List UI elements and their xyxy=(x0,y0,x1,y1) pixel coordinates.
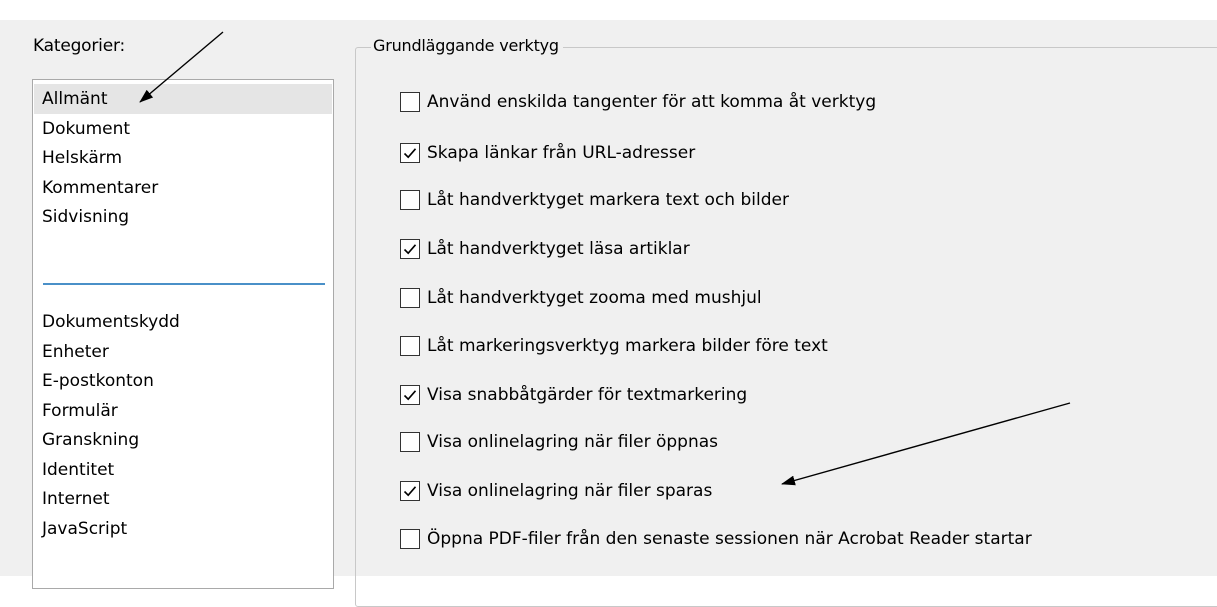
checkbox-unchecked[interactable] xyxy=(400,190,420,210)
checkmark-icon xyxy=(403,390,417,401)
checkbox-checked[interactable] xyxy=(400,385,420,405)
option-reopen-documents-on-start[interactable]: Öppna PDF-filer från den senaste session… xyxy=(400,526,1032,552)
option-label: Använd enskilda tangenter för att komma … xyxy=(427,92,877,112)
checkbox-checked[interactable] xyxy=(400,481,420,501)
option-show-online-storage-save[interactable]: Visa onlinelagring när filer sparas xyxy=(400,478,712,504)
checkbox-unchecked[interactable] xyxy=(400,529,420,549)
checkbox-unchecked[interactable] xyxy=(400,92,420,112)
option-label: Visa onlinelagring när filer sparas xyxy=(427,481,713,501)
category-item-full-screen[interactable]: Helskärm xyxy=(34,143,332,173)
checkbox-unchecked[interactable] xyxy=(400,288,420,308)
option-single-key-accelerators[interactable]: Använd enskilda tangenter för att komma … xyxy=(400,89,876,115)
category-divider xyxy=(43,283,325,285)
category-item-general[interactable]: Allmänt xyxy=(34,84,332,114)
option-label: Visa snabbåtgärder för textmarkering xyxy=(427,385,748,405)
option-label: Öppna PDF-filer från den senaste session… xyxy=(427,529,1032,549)
checkbox-checked[interactable] xyxy=(400,143,420,163)
option-label: Låt handverktyget zooma med mushjul xyxy=(427,288,762,308)
option-label: Skapa länkar från URL-adresser xyxy=(427,143,696,163)
category-item-identity[interactable]: Identitet xyxy=(34,455,332,485)
category-item-review[interactable]: Granskning xyxy=(34,425,332,455)
category-item-security[interactable]: Dokumentskydd xyxy=(34,307,332,337)
preferences-dialog: Kategorier: Allmänt Dokument Helskärm Ko… xyxy=(0,0,1217,607)
option-show-online-storage-open[interactable]: Visa onlinelagring när filer öppnas xyxy=(400,429,718,455)
category-item-page-display[interactable]: Sidvisning xyxy=(34,202,332,232)
categories-label: Kategorier: xyxy=(33,36,125,56)
option-select-images-before-text[interactable]: Låt markeringsverktyg markera bilder för… xyxy=(400,333,828,359)
category-item-documents[interactable]: Dokument xyxy=(34,114,332,144)
option-hand-tool-wheel-zoom[interactable]: Låt handverktyget zooma med mushjul xyxy=(400,285,762,311)
categories-list[interactable]: Allmänt Dokument Helskärm Kommentarer Si… xyxy=(32,79,334,589)
option-hand-tool-read-articles[interactable]: Låt handverktyget läsa artiklar xyxy=(400,236,690,262)
category-item-email-accounts[interactable]: E-postkonton xyxy=(34,366,332,396)
checkmark-icon xyxy=(403,486,417,497)
checkbox-unchecked[interactable] xyxy=(400,432,420,452)
basic-tools-legend: Grundläggande verktyg xyxy=(371,36,563,55)
option-create-links-from-urls[interactable]: Skapa länkar från URL-adresser xyxy=(400,140,695,166)
checkmark-icon xyxy=(403,244,417,255)
option-label: Låt handverktyget läsa artiklar xyxy=(427,239,690,259)
checkmark-icon xyxy=(403,148,417,159)
category-item-comments[interactable]: Kommentarer xyxy=(34,173,332,203)
checkbox-checked[interactable] xyxy=(400,239,420,259)
category-item-units[interactable]: Enheter xyxy=(34,337,332,367)
option-hand-tool-select-text[interactable]: Låt handverktyget markera text och bilde… xyxy=(400,187,789,213)
category-item-internet[interactable]: Internet xyxy=(34,484,332,514)
checkbox-unchecked[interactable] xyxy=(400,336,420,356)
option-label: Låt markeringsverktyg markera bilder för… xyxy=(427,336,828,356)
basic-tools-groupbox xyxy=(355,47,1217,607)
option-show-quick-actions[interactable]: Visa snabbåtgärder för textmarkering xyxy=(400,382,747,408)
category-item-forms[interactable]: Formulär xyxy=(34,396,332,426)
option-label: Låt handverktyget markera text och bilde… xyxy=(427,190,789,210)
category-item-javascript[interactable]: JavaScript xyxy=(34,514,332,544)
option-label: Visa onlinelagring när filer öppnas xyxy=(427,432,719,452)
